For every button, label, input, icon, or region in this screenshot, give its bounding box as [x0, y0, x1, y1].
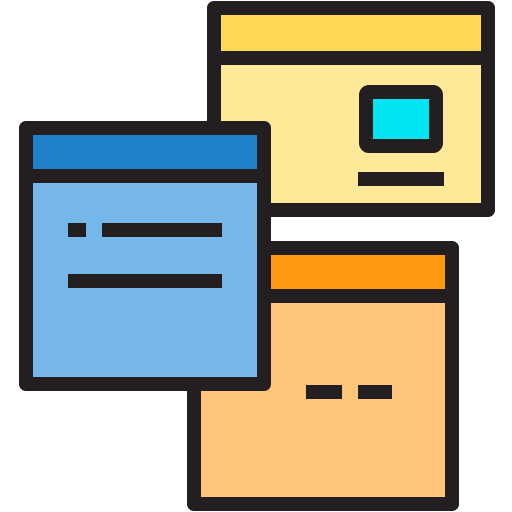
- icon-canvas: [0, 0, 512, 512]
- front-window-titlebar: [26, 128, 264, 176]
- multiple-windows-icon: [19, 1, 495, 511]
- back-window-titlebar: [214, 8, 488, 58]
- screen-icon: [359, 85, 443, 153]
- front-window: [19, 121, 271, 391]
